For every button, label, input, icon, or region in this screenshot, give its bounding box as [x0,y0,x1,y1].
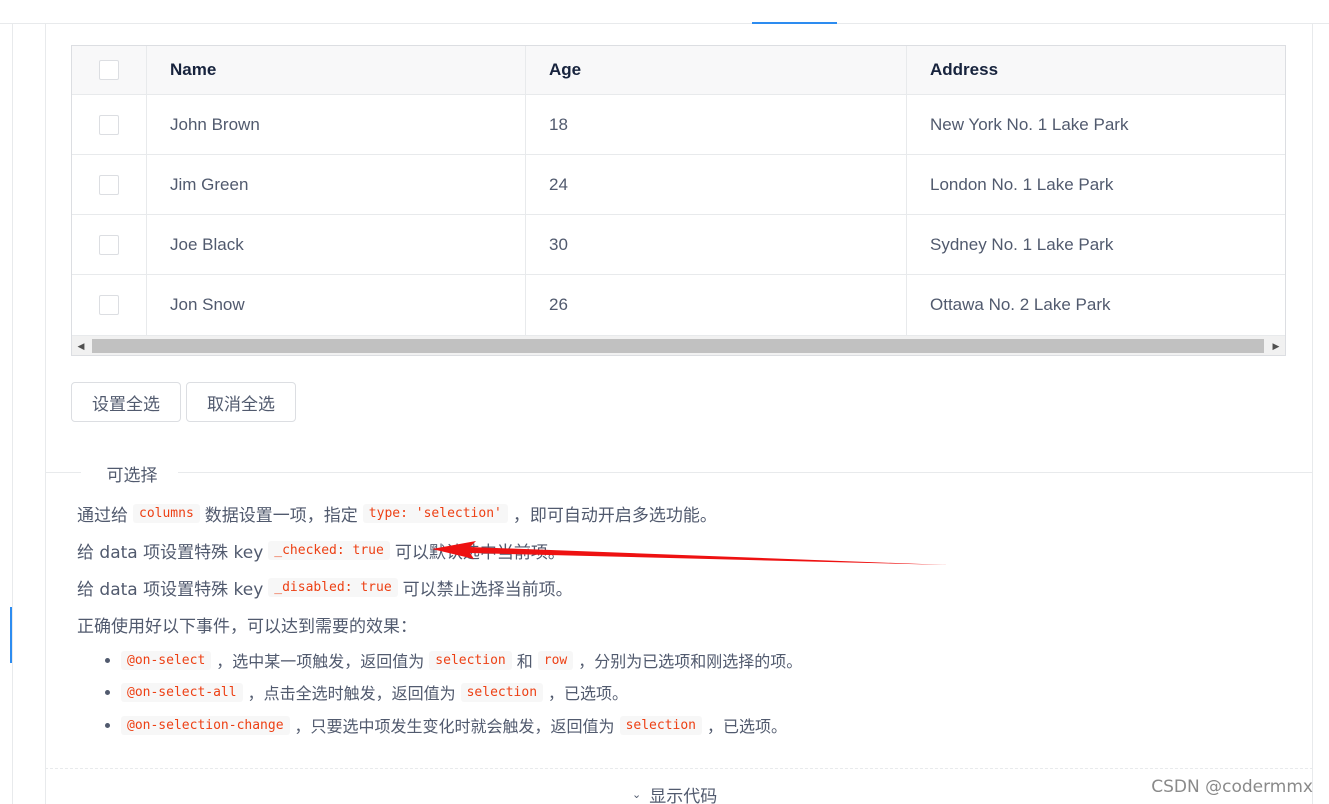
cancel-select-all-button[interactable]: 取消全选 [186,382,296,422]
inline-code: selection [460,682,544,702]
desc-text: 给 data 项设置特殊 key [77,543,264,563]
row-checkbox[interactable] [99,234,119,255]
table-row[interactable]: Joe Black 30 Sydney No. 1 Lake Park [72,215,1285,275]
list-item: @on-select-all ，点击全选时触发，返回值为 selection ，… [105,680,628,704]
scroll-right-icon[interactable]: ▶ [1267,336,1285,355]
table-row[interactable]: Jon Snow 26 Ottawa No. 2 Lake Park [72,275,1285,335]
desc-text: 数据设置一项，指定 [204,506,358,526]
section-divider-left [45,472,81,473]
show-code-label: 显示代码 [649,787,718,804]
row-checkbox[interactable] [99,174,119,195]
desc-text: ，已选项。 [707,717,788,736]
cell-address: London No. 1 Lake Park [930,174,1114,194]
desc-text: ，即可自动开启多选功能。 [512,506,717,526]
inline-code: @on-selection-change [121,715,290,735]
row-select-cell [72,155,147,214]
code-toggle-divider [45,768,1313,769]
description-line: 给 data 项设置特殊 key _checked: true 可以默认选中当前… [77,538,565,563]
cell-address: Sydney No. 1 Lake Park [930,234,1114,254]
sidebar-active-marker [10,607,12,663]
cell-age: 30 [526,215,907,274]
horizontal-scrollbar[interactable]: ◀ ▶ [72,335,1285,355]
desc-text: ，已选项。 [548,684,629,703]
selection-table: Name Age Address John Brown 18 New York … [71,45,1286,356]
column-header-name[interactable]: Name [147,46,526,94]
desc-text: ，选中某一项触发，返回值为 [216,652,425,671]
table-row[interactable]: Jim Green 24 London No. 1 Lake Park [72,155,1285,215]
list-item: @on-select ，选中某一项触发，返回值为 selection 和 row… [105,648,802,672]
cell-name: John Brown [147,95,526,154]
inline-code: _disabled: true [268,578,398,597]
desc-text: 可以默认选中当前项。 [394,543,565,563]
column-header-address[interactable]: Address [907,46,1285,94]
inline-code: _checked: true [268,541,390,560]
desc-text: 给 data 项设置特殊 key [77,580,264,600]
inline-code: columns [133,504,200,523]
inline-code: @on-select-all [121,682,243,702]
desc-text: 可以禁止选择当前项。 [402,580,573,600]
list-item: @on-selection-change ，只要选中项发生变化时就会触发，返回值… [105,713,787,737]
section-title: 可选择 [106,466,158,486]
left-sidebar-rule [12,24,13,804]
row-checkbox[interactable] [99,114,119,135]
scroll-left-icon[interactable]: ◀ [72,336,90,355]
row-select-cell [72,95,147,154]
row-select-cell [72,215,147,274]
watermark: CSDN @codermmx [1151,777,1313,797]
cell-address: New York No. 1 Lake Park [930,114,1129,134]
row-select-cell [72,275,147,335]
inline-code: selection [619,715,703,735]
set-select-all-button[interactable]: 设置全选 [71,382,181,422]
header-select-all-cell [72,46,147,94]
select-all-checkbox[interactable] [99,60,119,80]
desc-text: ，点击全选时触发，返回值为 [247,684,456,703]
bullet-dot-icon [105,689,110,695]
cell-address: Ottawa No. 2 Lake Park [930,295,1111,314]
table-row[interactable]: John Brown 18 New York No. 1 Lake Park [72,95,1285,155]
row-checkbox[interactable] [99,295,119,315]
column-header-age[interactable]: Age [526,46,907,94]
table-header: Name Age Address [72,46,1285,95]
description-line: 给 data 项设置特殊 key _disabled: true 可以禁止选择当… [77,575,573,600]
scrollbar-thumb[interactable] [92,339,1264,353]
description-line: 通过给 columns 数据设置一项，指定 type: 'selection' … [77,501,717,526]
show-code-toggle[interactable]: ⌄ 显示代码 [632,782,717,804]
cell-name: Jon Snow [147,275,526,335]
chevron-down-icon: ⌄ [632,788,642,801]
cell-age: 26 [526,275,907,335]
desc-text: ，分别为已选项和刚选择的项。 [578,652,803,671]
inline-code: selection [429,650,512,670]
inline-code: type: 'selection' [362,504,508,523]
cell-age: 24 [526,155,907,214]
desc-text: 和 [516,652,533,671]
cell-name: Joe Black [147,215,526,274]
inline-code: row [537,650,574,670]
bullet-dot-icon [105,657,110,663]
cell-age: 18 [526,95,907,154]
section-divider-right [178,472,1312,473]
desc-text: 通过给 [77,506,128,526]
bullet-dot-icon [105,722,110,728]
cell-name: Jim Green [147,155,526,214]
description-line: 正确使用好以下事件，可以达到需要的效果： [77,617,417,637]
desc-text: ，只要选中项发生变化时就会触发，返回值为 [294,717,615,736]
inline-code: @on-select [121,650,212,670]
top-tab-bar [0,0,1329,24]
